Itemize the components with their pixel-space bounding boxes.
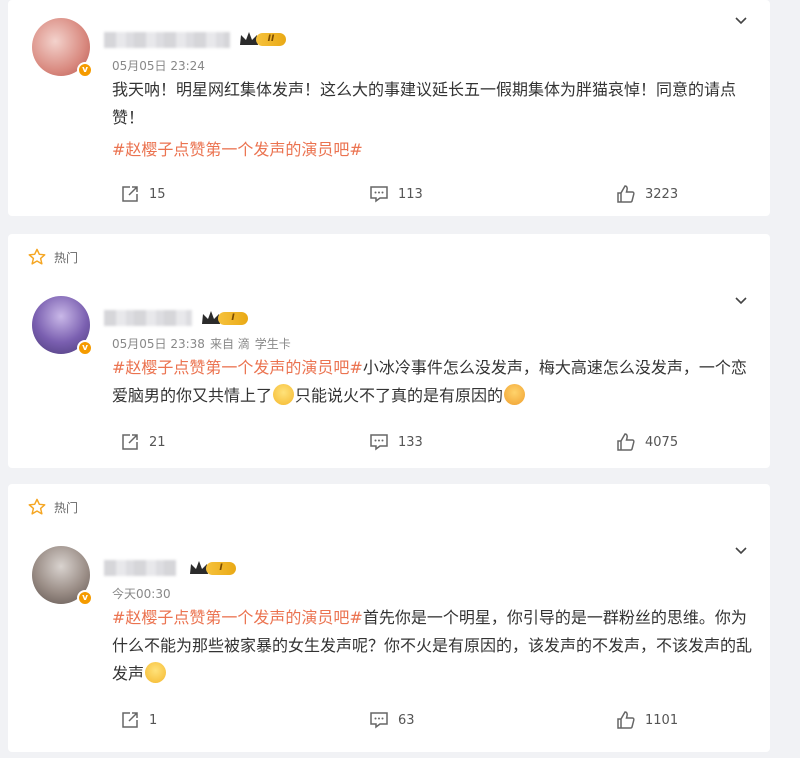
topic-link[interactable]: #赵樱子点赞第一个发声的演员吧#	[112, 358, 363, 377]
chevron-down-icon[interactable]	[734, 294, 748, 308]
like-count: 3223	[645, 186, 679, 202]
comment-time: 05月05日 23:38	[112, 337, 205, 351]
verified-badge: v	[77, 62, 93, 78]
comment-body: #赵樱子点赞第一个发声的演员吧#小冰冷事件怎么没发声，梅大高速怎么没发声，一个恋…	[112, 354, 762, 410]
vip-level: I	[206, 561, 236, 575]
comment-body: #赵樱子点赞第一个发声的演员吧#首先你是一个明星，你引导的是一群粉丝的思维。你为…	[112, 604, 762, 688]
chevron-down-icon[interactable]	[734, 544, 748, 558]
vip-badge: I	[188, 559, 236, 577]
comment-button[interactable]: 133	[369, 432, 423, 452]
comment-source: 来自 滴	[209, 337, 250, 351]
comment-icon	[370, 186, 388, 203]
share-icon	[122, 434, 138, 450]
share-icon	[122, 712, 138, 728]
like-count: 1101	[645, 712, 679, 728]
tears-emoji-icon	[273, 384, 295, 405]
hot-label-row: 热门	[28, 498, 78, 516]
topic-link[interactable]: #赵樱子点赞第一个发声的演员吧#	[112, 608, 363, 627]
username-blurred[interactable]	[104, 310, 192, 326]
hot-label: 热门	[54, 250, 79, 265]
chevron-down-icon[interactable]	[734, 14, 748, 28]
comment-count: 63	[398, 712, 415, 728]
hot-label-row: 热门	[28, 248, 78, 266]
like-button[interactable]: 3223	[616, 184, 678, 204]
vip-level: II	[256, 32, 286, 46]
comment-meta: 今天00:30	[112, 585, 171, 602]
shy-emoji-icon	[504, 384, 526, 405]
comment-body: 我天呐！明星网红集体发声！这么大的事建议延长五一假期集体为胖猫哀悼！同意的请点赞…	[112, 76, 762, 164]
verified-badge: v	[77, 340, 93, 356]
username-blurred[interactable]	[104, 560, 176, 576]
like-icon	[617, 711, 635, 729]
comment-text-trail: 只能说火不了真的是有原因的	[295, 386, 504, 405]
star-icon	[28, 248, 46, 265]
comment-button[interactable]: 113	[369, 184, 423, 204]
like-count: 4075	[645, 434, 679, 450]
smile-emoji-icon	[145, 662, 167, 683]
share-button[interactable]: 1	[120, 710, 157, 730]
share-button[interactable]: 21	[120, 432, 166, 452]
comment-device: 学生卡	[254, 337, 291, 351]
topic-link[interactable]: #赵樱子点赞第一个发声的演员吧#	[112, 136, 363, 164]
share-button[interactable]: 15	[120, 184, 166, 204]
comment-count: 133	[398, 434, 423, 450]
share-count: 15	[149, 186, 166, 202]
star-icon	[28, 498, 46, 515]
vip-badge: I	[200, 309, 248, 327]
comment-meta: 05月05日 23:38 来自 滴学生卡	[112, 335, 291, 352]
vip-badge: II	[238, 30, 286, 48]
verified-badge: v	[77, 590, 93, 606]
comment-time: 05月05日 23:24	[112, 59, 205, 73]
share-icon	[122, 186, 138, 202]
comment-card-1: v II 05月05日 23:24 我天呐！明星网红集体发声！这么大的事建议延长…	[8, 0, 770, 216]
share-count: 1	[149, 712, 158, 728]
hot-label: 热门	[54, 500, 79, 515]
vip-level: I	[218, 311, 248, 325]
username-blurred[interactable]	[104, 32, 230, 48]
like-button[interactable]: 1101	[616, 710, 678, 730]
comment-time: 今天00:30	[112, 587, 171, 601]
comment-card-2: 热门 v I 05月05日 23:38 来自 滴学生卡 #赵樱子点赞第一个发声的演…	[8, 234, 770, 468]
like-button[interactable]: 4075	[616, 432, 678, 452]
comment-icon	[370, 434, 388, 451]
like-icon	[617, 433, 635, 451]
share-count: 21	[149, 434, 166, 450]
comment-meta: 05月05日 23:24	[112, 57, 205, 74]
comment-button[interactable]: 63	[369, 710, 415, 730]
like-icon	[617, 185, 635, 203]
comment-icon	[370, 712, 388, 729]
comment-text: 我天呐！明星网红集体发声！这么大的事建议延长五一假期集体为胖猫哀悼！同意的请点赞…	[112, 80, 737, 127]
comment-count: 113	[398, 186, 423, 202]
comment-card-3: 热门 v I 今天00:30 #赵樱子点赞第一个发声的演员吧#首先你是一个明星，…	[8, 484, 770, 752]
